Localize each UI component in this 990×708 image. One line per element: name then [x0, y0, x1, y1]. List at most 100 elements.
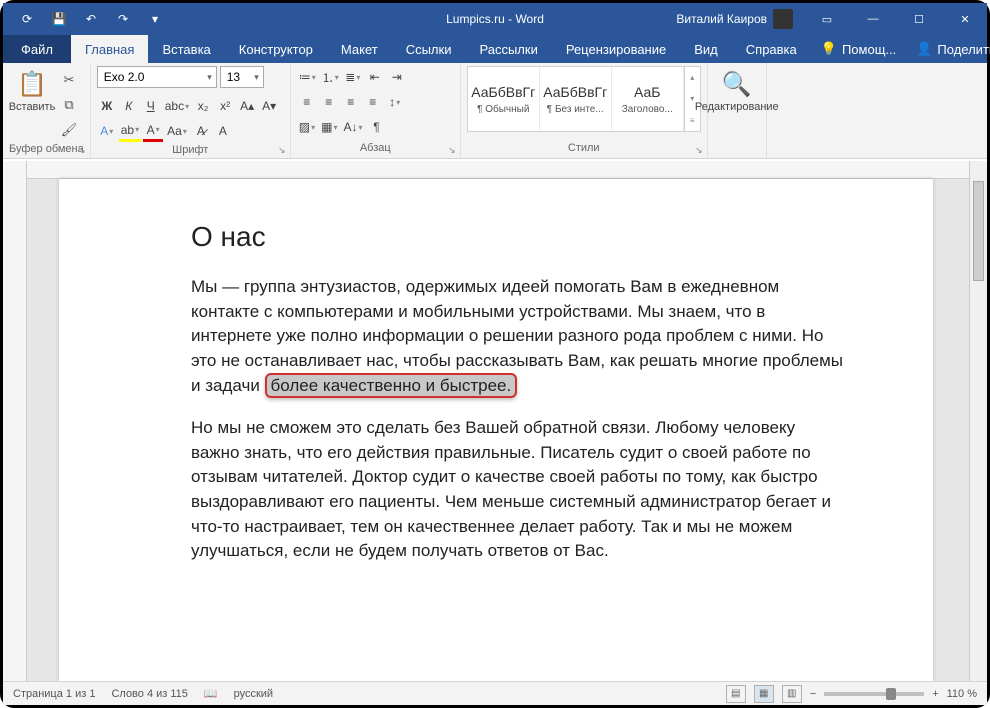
style-heading1[interactable]: АаБЗаголово... [612, 67, 684, 131]
find-icon: 🔍 [722, 70, 752, 99]
styles-gallery[interactable]: АаБбВвГг¶ Обычный АаБбВвГг¶ Без инте... … [467, 66, 701, 132]
editing-label: Редактирование [695, 101, 779, 113]
read-mode-icon[interactable]: ▤ [726, 685, 746, 703]
font-launcher-icon[interactable]: ↘ [276, 144, 288, 156]
minimize-icon[interactable]: — [851, 4, 895, 34]
tab-view[interactable]: Вид [680, 35, 732, 63]
undo-icon[interactable]: ↶ [77, 5, 105, 33]
para-launcher-icon[interactable]: ↘ [446, 144, 458, 156]
ribbon-tabs: Файл Главная Вставка Конструктор Макет С… [3, 35, 987, 63]
scroll-thumb[interactable] [973, 181, 984, 281]
line-spacing-button[interactable]: ↕ [385, 91, 405, 113]
strike-button[interactable]: abc [163, 95, 191, 117]
tab-layout[interactable]: Макет [327, 35, 392, 63]
save-icon[interactable]: 💾 [45, 5, 73, 33]
tab-help[interactable]: Справка [732, 35, 811, 63]
sort-button[interactable]: A↓ [341, 116, 364, 138]
group-editing: 🔍 Редактирование [708, 63, 767, 158]
increase-indent-button[interactable]: ⇥ [387, 66, 407, 88]
page-count[interactable]: Страница 1 из 1 [13, 688, 95, 700]
font-name-combo[interactable]: Exo 2.0 [97, 66, 217, 88]
redo-icon[interactable]: ↷ [109, 5, 137, 33]
align-left-button[interactable]: ≡ [297, 91, 317, 113]
tab-mailings[interactable]: Рассылки [465, 35, 551, 63]
word-count[interactable]: Слово 4 из 115 [111, 688, 187, 700]
tab-design[interactable]: Конструктор [225, 35, 327, 63]
highlight-button[interactable]: ab [119, 120, 141, 142]
close-icon[interactable]: ✕ [943, 4, 987, 34]
account-user[interactable]: Виталий Каиров [666, 9, 803, 29]
tab-references[interactable]: Ссылки [392, 35, 466, 63]
group-clipboard: 📋 Вставить ✂ ⧉ 🖌 Буфер обмена ↘ [3, 63, 91, 158]
language-status[interactable]: русский [234, 688, 273, 700]
user-avatar-icon [773, 9, 793, 29]
group-paragraph-label: Абзац [297, 140, 454, 158]
doc-paragraph-1: Мы — группа энтузиастов, одержимых идеей… [191, 275, 845, 398]
title-bar: ⟳ 💾 ↶ ↷ ▾ Lumpics.ru - Word Виталий Каир… [3, 3, 987, 35]
share-button[interactable]: 👤Поделиться [906, 35, 990, 63]
autosave-icon[interactable]: ⟳ [13, 5, 41, 33]
superscript-button[interactable]: x² [215, 95, 235, 117]
tab-file[interactable]: Файл [3, 35, 71, 63]
print-layout-icon[interactable]: ▦ [754, 685, 774, 703]
styles-launcher-icon[interactable]: ↘ [693, 144, 705, 156]
italic-button[interactable]: К [119, 95, 139, 117]
multilevel-button[interactable]: ≣ [343, 66, 363, 88]
zoom-level[interactable]: 110 % [947, 688, 977, 700]
tab-review[interactable]: Рецензирование [552, 35, 680, 63]
style-normal[interactable]: АаБбВвГг¶ Обычный [468, 67, 540, 131]
text-effects-button[interactable]: A [97, 120, 117, 142]
subscript-button[interactable]: x₂ [193, 95, 213, 117]
shrink-font-button[interactable]: A▾ [259, 95, 279, 117]
group-font: Exo 2.0 13 Ж К Ч abc x₂ x² A▴ A▾ A ab A … [91, 63, 291, 158]
tell-me[interactable]: 💡Помощ... [811, 35, 906, 63]
quick-access-toolbar: ⟳ 💾 ↶ ↷ ▾ [3, 5, 169, 33]
decrease-indent-button[interactable]: ⇤ [365, 66, 385, 88]
style-no-spacing[interactable]: АаБбВвГг¶ Без инте... [540, 67, 612, 131]
clipboard-launcher-icon[interactable]: ↘ [76, 144, 88, 156]
spellcheck-icon[interactable]: 📖 [204, 687, 218, 700]
font-color-button[interactable]: A [143, 120, 163, 142]
paste-button[interactable]: 📋 Вставить [9, 66, 55, 113]
numbering-button[interactable]: ⒈ [320, 66, 341, 88]
group-styles-label: Стили [467, 140, 701, 158]
group-font-label: Шрифт [97, 142, 284, 158]
zoom-slider[interactable] [824, 692, 924, 696]
bullets-button[interactable]: ≔ [297, 66, 318, 88]
change-case-button[interactable]: Aa [165, 120, 189, 142]
shading-button[interactable]: ▨ [297, 116, 317, 138]
zoom-out-icon[interactable]: − [810, 688, 816, 700]
ribbon-options-icon[interactable]: ▭ [805, 4, 849, 34]
underline-button[interactable]: Ч [141, 95, 161, 117]
tab-insert[interactable]: Вставка [148, 35, 224, 63]
group-styles: АаБбВвГг¶ Обычный АаБбВвГг¶ Без инте... … [461, 63, 708, 158]
web-layout-icon[interactable]: ▥ [782, 685, 802, 703]
borders-button[interactable]: ▦ [319, 116, 339, 138]
cut-icon[interactable]: ✂ [58, 69, 80, 91]
grow-font-button[interactable]: A▴ [237, 95, 257, 117]
doc-heading: О нас [191, 221, 845, 253]
maximize-icon[interactable]: ☐ [897, 4, 941, 34]
align-right-button[interactable]: ≡ [341, 91, 361, 113]
justify-button[interactable]: ≡ [363, 91, 383, 113]
editing-button[interactable]: 🔍 Редактирование [714, 66, 760, 113]
format-painter-icon[interactable]: 🖌 [58, 119, 80, 141]
show-marks-button[interactable]: ¶ [367, 116, 387, 138]
qat-customize-icon[interactable]: ▾ [141, 5, 169, 33]
ruler-horizontal[interactable] [27, 161, 969, 179]
tab-home[interactable]: Главная [71, 35, 148, 63]
document-page[interactable]: О нас Мы — группа энтузиастов, одержимых… [59, 179, 933, 681]
align-center-button[interactable]: ≡ [319, 91, 339, 113]
scrollbar-vertical[interactable] [969, 161, 987, 681]
ruler-vertical[interactable] [3, 161, 27, 681]
bold-button[interactable]: Ж [97, 95, 117, 117]
font-size-combo[interactable]: 13 [220, 66, 264, 88]
grow-a-button[interactable]: A [213, 120, 233, 142]
copy-icon[interactable]: ⧉ [58, 94, 80, 116]
styles-more-icon[interactable]: ▴▾≡ [684, 67, 700, 131]
highlighted-selection: более качественно и быстрее. [265, 373, 518, 398]
document-title: Lumpics.ru - Word [446, 12, 544, 26]
clear-formatting-button[interactable]: A̷ [191, 120, 211, 142]
group-paragraph: ≔ ⒈ ≣ ⇤ ⇥ ≡ ≡ ≡ ≡ ↕ ▨ ▦ A↓ ¶ Абзац ↘ [291, 63, 461, 158]
zoom-in-icon[interactable]: + [932, 688, 938, 700]
